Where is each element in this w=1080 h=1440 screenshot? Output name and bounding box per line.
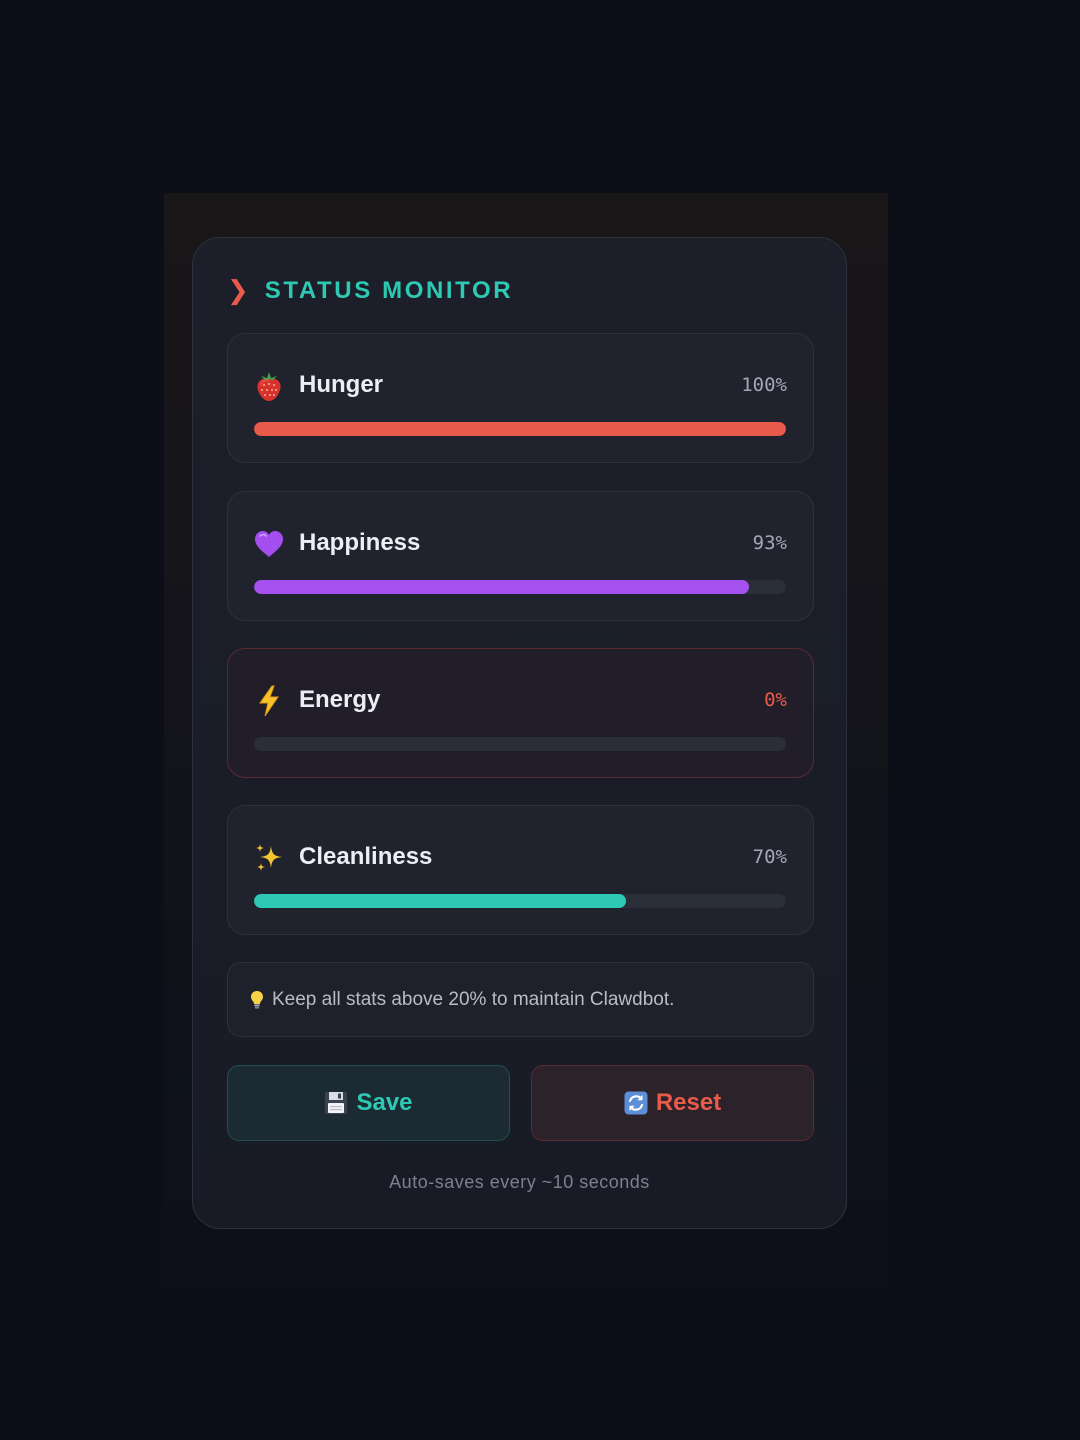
stat-card-hunger: Hunger 100% bbox=[227, 333, 814, 463]
save-button-label: Save bbox=[356, 1089, 413, 1116]
lightning-icon bbox=[254, 684, 284, 718]
tip-text: Keep all stats above 20% to maintain Cla… bbox=[272, 988, 675, 1010]
stat-value: 100% bbox=[741, 374, 787, 396]
stat-label: Happiness bbox=[299, 529, 421, 556]
stat-card-energy: Energy 0% bbox=[227, 648, 814, 778]
stat-card-cleanliness: Cleanliness 70% bbox=[227, 805, 814, 935]
stat-value: 93% bbox=[752, 532, 787, 554]
progress-fill bbox=[254, 422, 786, 436]
stat-value: 0% bbox=[764, 689, 787, 711]
refresh-icon bbox=[624, 1091, 648, 1115]
lightbulb-icon bbox=[250, 990, 264, 1010]
status-monitor-panel: ❯ STATUS MONITOR Hunger 100% Happiness 9… bbox=[192, 237, 847, 1229]
stat-label: Energy bbox=[299, 686, 381, 713]
purple-heart-icon bbox=[254, 527, 284, 561]
autosave-note: Auto-saves every ~10 seconds bbox=[389, 1172, 650, 1192]
save-button[interactable]: Save bbox=[227, 1065, 510, 1141]
tip-box: Keep all stats above 20% to maintain Cla… bbox=[227, 962, 814, 1037]
stat-label: Cleanliness bbox=[299, 843, 433, 870]
progress-track bbox=[254, 894, 786, 908]
floppy-disk-icon bbox=[324, 1091, 348, 1115]
stat-value: 70% bbox=[752, 846, 787, 868]
strawberry-icon bbox=[254, 369, 284, 403]
stat-label: Hunger bbox=[299, 371, 383, 398]
progress-track bbox=[254, 422, 786, 436]
progress-track bbox=[254, 580, 786, 594]
chevron-right-icon: ❯ bbox=[227, 276, 249, 306]
sparkles-icon bbox=[254, 841, 284, 875]
reset-button[interactable]: Reset bbox=[531, 1065, 814, 1141]
progress-fill bbox=[254, 580, 749, 594]
reset-button-label: Reset bbox=[655, 1089, 722, 1116]
stat-card-happiness: Happiness 93% bbox=[227, 491, 814, 621]
panel-title: STATUS MONITOR bbox=[264, 277, 514, 304]
panel-header: ❯ STATUS MONITOR bbox=[227, 276, 513, 306]
progress-fill bbox=[254, 894, 627, 908]
progress-track bbox=[254, 737, 786, 751]
